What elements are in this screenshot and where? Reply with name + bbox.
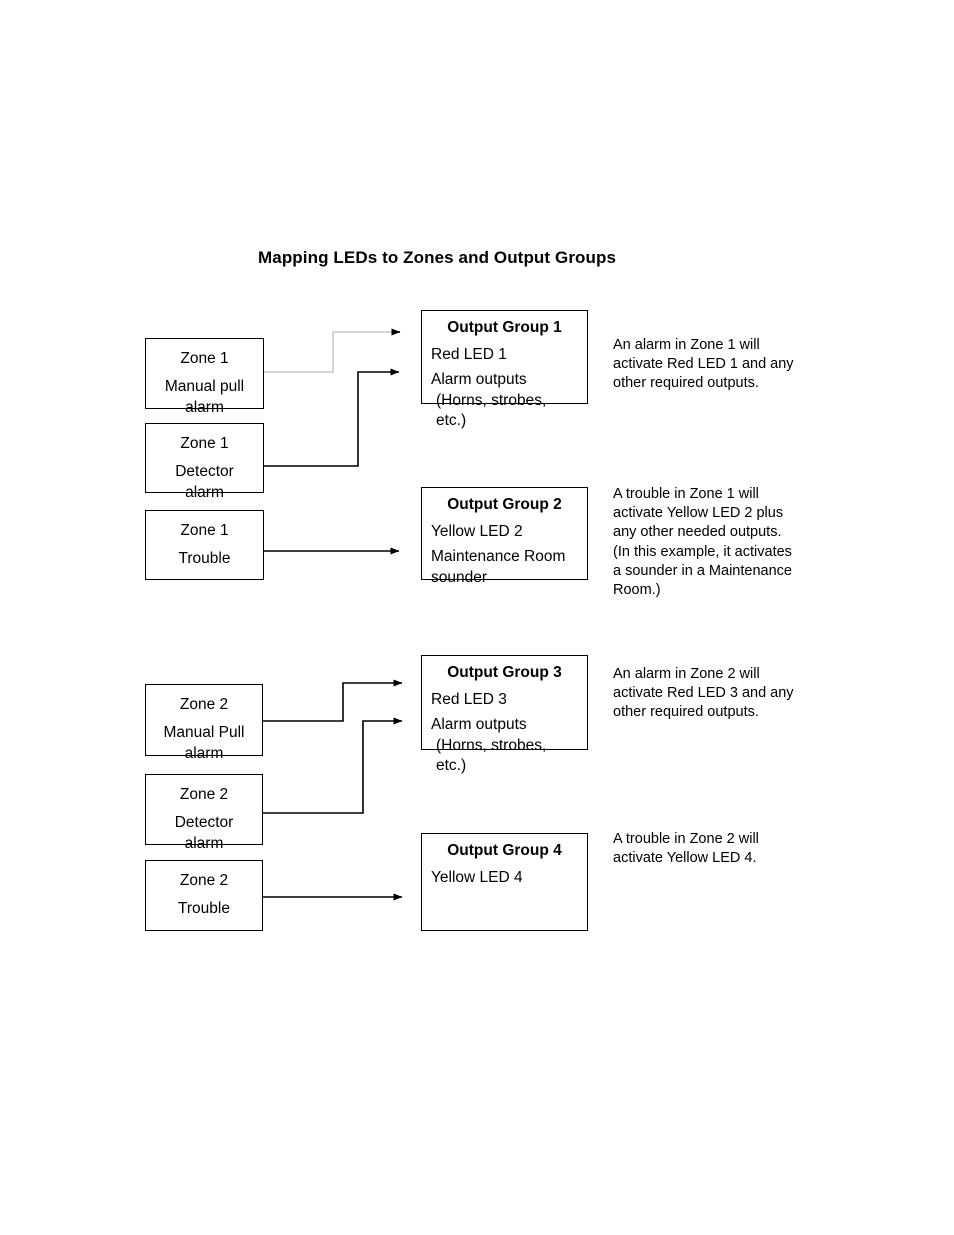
connector-zone1-manual-to-og1 (264, 328, 401, 373)
output-group-title: Output Group 4 (447, 842, 562, 859)
zone-box-zone1-detector: Zone 1 Detector alarm (145, 423, 264, 501)
zone-box-line-1: Zone 1 (180, 350, 229, 367)
output-group-box-4: Output Group 4 Yellow LED 4 (421, 833, 588, 931)
connector-zone1-detector-to-og1 (264, 368, 400, 467)
zone-box-line-2: Trouble (178, 550, 231, 567)
output-group-line-3: (Horns, strobes, etc.) (436, 392, 547, 429)
output-group-line-3: sounder (431, 569, 488, 586)
zone-box-zone2-trouble: Zone 2 Trouble (145, 860, 263, 931)
connector-zone2-detector-to-og3 (263, 717, 403, 814)
zone-box-line-3: alarm (184, 835, 224, 852)
zone-box-line-3: alarm (185, 484, 224, 501)
zone-box-line-1: Zone 2 (179, 696, 229, 713)
zone-box-line-2: Detector (174, 814, 234, 831)
zone-box-zone2-manual-pull: Zone 2 Manual Pull alarm (145, 684, 263, 762)
output-group-line-2: Alarm outputs (431, 371, 527, 388)
zone-box-line-2: Detector (175, 463, 234, 480)
note-zone1-trouble: A trouble in Zone 1 will activate Yellow… (613, 486, 792, 599)
zone-box-line-1: Zone 1 (180, 522, 229, 539)
output-group-box-3: Output Group 3 Red LED 3 Alarm outputs (… (421, 655, 588, 774)
output-group-line-2: Maintenance Room (431, 548, 566, 565)
connector-layer (263, 328, 403, 901)
zone-box-line-1: Zone 2 (179, 872, 229, 889)
diagram-page: Mapping LEDs to Zones and Output Groups (0, 0, 954, 1235)
connector-zone2-manual-to-og3 (263, 679, 403, 722)
zone-box-line-1: Zone 2 (179, 786, 229, 803)
output-group-line-1: Yellow LED 4 (431, 869, 523, 886)
note-zone1-alarm: An alarm in Zone 1 will activate Red LED… (613, 337, 794, 392)
zone-box-zone1-manual-pull: Zone 1 Manual pull alarm (145, 338, 264, 416)
output-group-box-1: Output Group 1 Red LED 1 Alarm outputs (… (421, 310, 588, 429)
output-group-box-2: Output Group 2 Yellow LED 2 Maintenance … (421, 487, 588, 586)
output-group-line-1: Red LED 3 (431, 691, 507, 708)
output-group-line-3: (Horns, strobes, etc.) (436, 737, 547, 774)
note-zone2-alarm: An alarm in Zone 2 will activate Red LED… (613, 666, 794, 721)
zone-box-line-2: Manual Pull (163, 724, 245, 741)
output-group-title: Output Group 3 (447, 664, 562, 681)
zone-box-line-3: alarm (184, 745, 224, 762)
zone-box-line-3: alarm (185, 399, 224, 416)
output-group-line-1: Yellow LED 2 (431, 523, 523, 540)
note-zone2-trouble: A trouble in Zone 2 will activate Yellow… (613, 831, 759, 867)
zone-box-zone1-trouble: Zone 1 Trouble (145, 510, 264, 580)
output-group-title: Output Group 2 (447, 496, 562, 513)
zone-box-zone2-detector: Zone 2 Detector alarm (145, 774, 263, 852)
zone-box-line-2: Trouble (178, 900, 230, 917)
output-group-title: Output Group 1 (447, 319, 562, 336)
zone-box-line-2: Manual pull (164, 378, 245, 395)
output-group-line-2: Alarm outputs (431, 716, 527, 733)
zone-box-line-1: Zone 1 (180, 435, 229, 452)
output-group-line-1: Red LED 1 (431, 346, 507, 363)
